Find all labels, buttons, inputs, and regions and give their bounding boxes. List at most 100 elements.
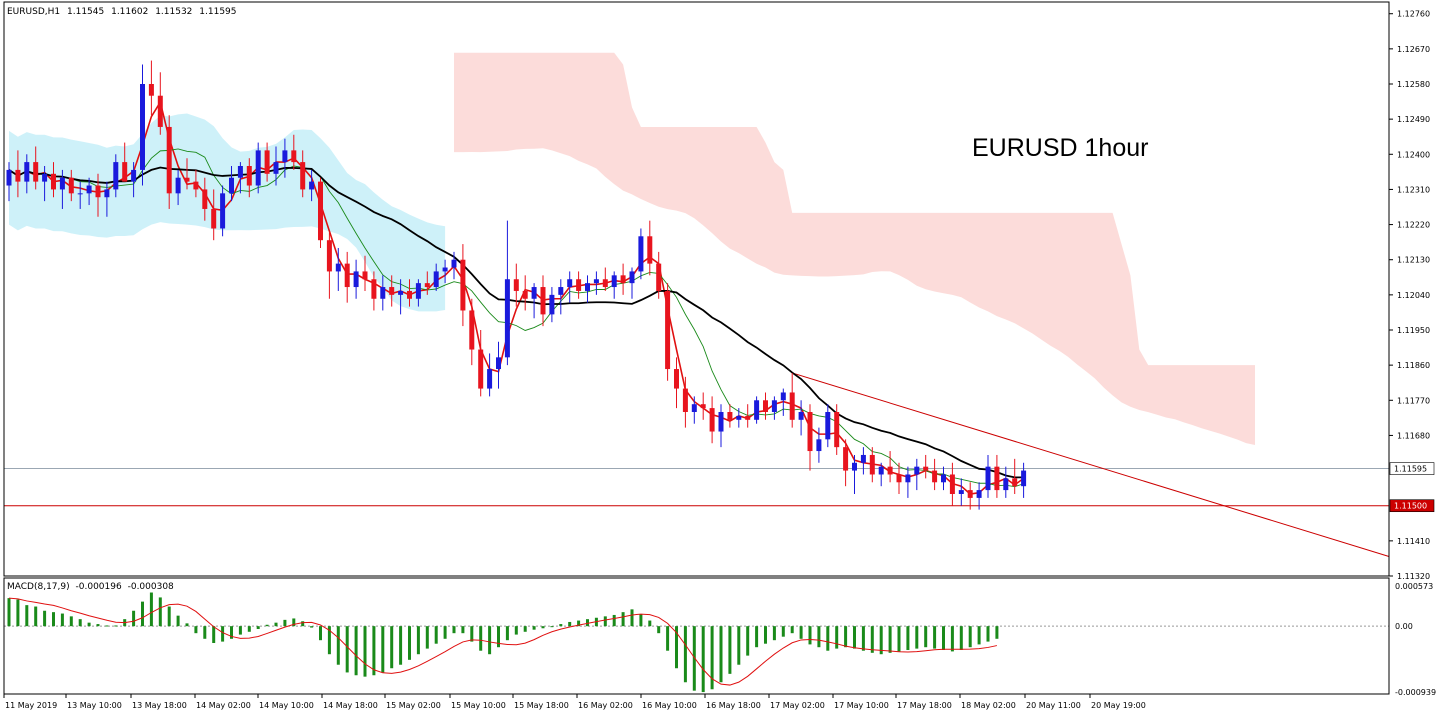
macd-histogram-bar [603,616,607,627]
macd-histogram-bar [265,624,269,627]
candle-body [1021,470,1027,487]
macd-histogram-bar [425,626,429,649]
candle-body [513,279,519,291]
time-tick-label: 16 May 02:00 [578,701,633,710]
macd-histogram-bar [550,626,554,628]
candle-body [656,263,662,291]
candle-body [780,392,786,401]
macd-histogram-bar [336,626,340,665]
macd-histogram-bar [319,626,322,641]
macd-histogram-bar [799,626,803,639]
candle-body [318,181,323,241]
time-tick-label: 17 May 02:00 [770,701,825,710]
candle-body [647,236,653,264]
macd-histogram-bar [514,626,518,635]
macd-histogram-bar [870,626,874,653]
macd-histogram-bar [728,626,732,674]
candle-body [629,271,635,284]
candle-body [522,290,528,299]
macd-histogram-bar [52,612,55,627]
candle-body [593,279,599,284]
candle-body [567,279,573,288]
macd-tick-label: 0.00 [1395,622,1413,631]
time-tick-label: 14 May 18:00 [323,701,378,710]
macd-histogram-bar [176,615,180,627]
macd-histogram-bar [772,626,776,641]
candle-body [985,466,991,491]
macd-histogram-bar [897,626,901,652]
candle-body [496,357,501,370]
candle-body [727,412,733,420]
candle-body [487,369,493,389]
candle-body [994,466,1000,491]
macd-histogram-bar [523,626,527,632]
macd-header: MACD(8,17,9) -0.000196 -0.000308 [7,582,177,592]
candle-body [958,490,964,494]
macd-histogram-bar [657,626,661,634]
price-tick-label: 1.12670 [1397,45,1430,54]
macd-histogram-bar [461,626,465,634]
symbol-label: EURUSD,H1 [7,7,61,17]
candle-body [211,208,217,229]
candle-body [300,162,306,190]
macd-histogram-bar [497,626,500,648]
macd-histogram-bar [612,614,616,627]
kumo-bear-area [454,52,1255,446]
macd-histogram-bar [114,625,118,627]
candle-body [353,271,359,288]
macd-histogram-bar [443,626,447,639]
candle-body [576,279,582,291]
macd-histogram-bar [683,626,687,683]
candle-body [887,466,893,475]
macd-histogram-bar [78,619,82,627]
macd-histogram-bar [853,626,856,649]
time-tick-label: 17 May 10:00 [834,701,889,710]
macd-histogram-bar [212,626,216,643]
macd-histogram-bar [755,626,759,648]
macd-histogram-bar [666,626,670,651]
candle-body [789,392,795,420]
candle-body [389,287,395,295]
candle-body [460,259,466,311]
candle-body [59,177,65,190]
candle-body [95,185,101,198]
macd-histogram-bar [34,606,38,627]
resistance-trendline [792,372,1390,557]
macd-histogram-bar [7,598,11,627]
macd-histogram-bar [470,626,474,642]
macd-histogram-bar [986,626,990,642]
macd-histogram-bar [959,626,963,651]
price-pane [4,52,1390,557]
price-tick-label: 1.11410 [1397,537,1430,546]
chart-canvas: 1.12760 1.12670 1.12580 1.12490 1.12400 1.123… [3,1,1436,710]
macd-histogram-bar [488,626,492,655]
price-tick-label: 1.12130 [1397,256,1430,265]
candle-body [763,400,768,412]
macd-histogram-bar [301,621,305,627]
macd-histogram-bar [505,626,509,641]
candle-body [362,271,368,280]
candle-body [193,181,199,190]
macd-histogram-bar [568,621,572,627]
candle-body [878,466,884,475]
macd-histogram-bar [310,626,314,628]
candle-body [113,162,119,190]
macd-histogram-bar [105,625,109,627]
macd-histogram-bar [141,601,144,627]
macd-histogram-bar [764,626,767,644]
macd-histogram-bar [87,622,91,627]
candle-body [24,162,30,182]
macd-histogram-bar [408,626,411,660]
time-tick-label: 14 May 02:00 [196,701,251,710]
price-tick-label: 1.11770 [1397,396,1430,405]
macd-histogram-bar [345,626,349,673]
candle-body [68,177,74,194]
candle-body [122,162,128,182]
candle-body [638,236,644,272]
macd-histogram-bar [221,626,225,642]
time-tick-label: 14 May 10:00 [259,701,314,710]
candle-body [682,388,688,412]
candle-body [665,290,671,370]
candle-body [585,283,590,291]
macd-histogram-bar [942,626,945,651]
